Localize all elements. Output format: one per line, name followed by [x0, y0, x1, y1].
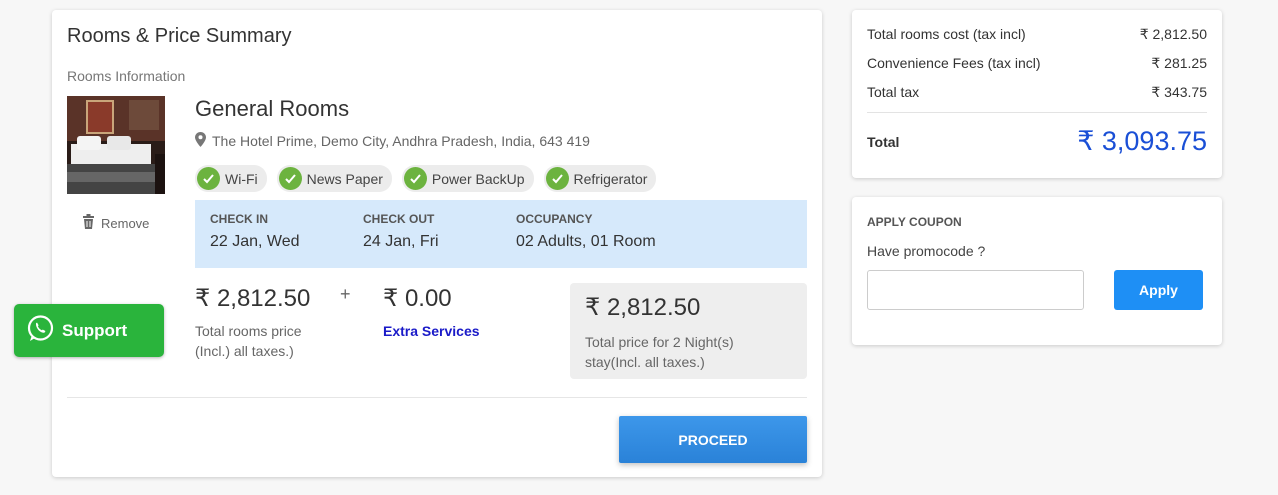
remove-room-button[interactable]: Remove — [82, 214, 149, 232]
hotel-address: The Hotel Prime, Demo City, Andhra Prade… — [195, 132, 590, 150]
check-out-value: 24 Jan, Fri — [363, 233, 439, 250]
total-price-note: Total price for 2 Night(s) stay(Incl. al… — [585, 332, 792, 372]
total-price: ₹ 2,812.50 — [585, 294, 701, 321]
rooms-price-block: ₹ 2,812.50 Total rooms price (Incl.) all… — [195, 284, 310, 361]
total-price-box: ₹ 2,812.50 Total price for 2 Night(s) st… — [570, 283, 807, 379]
extra-price-block: ₹ 0.00 Extra Services — [383, 284, 480, 339]
rooms-price-note: Total rooms price (Incl.) all taxes.) — [195, 321, 310, 361]
plus-sign: + — [340, 284, 351, 304]
check-circle-icon — [278, 167, 302, 190]
amenity-news-paper: News Paper — [276, 165, 392, 192]
trash-icon — [82, 214, 95, 232]
check-in: CHECK IN 22 Jan, Wed — [210, 212, 300, 251]
amenity-label: Refrigerator — [573, 170, 648, 187]
apply-coupon-button[interactable]: Apply — [1114, 270, 1203, 310]
check-in-label: CHECK IN — [210, 212, 269, 226]
occupancy: OCCUPANCY 02 Adults, 01 Room — [516, 212, 656, 251]
divider — [67, 397, 807, 398]
coupon-card: APPLY COUPON Have promocode ? Apply — [852, 197, 1222, 345]
promo-code-input[interactable] — [867, 270, 1084, 310]
amenities-list: Wi-Fi News Paper Power BackUp Refrigerat… — [195, 165, 657, 192]
check-out-label: CHECK OUT — [363, 212, 435, 226]
occupancy-value: 02 Adults, 01 Room — [516, 233, 656, 250]
map-marker-icon — [195, 132, 206, 150]
total-price-note-line2: stay(Incl. all taxes.) — [585, 354, 705, 370]
summary-label: Total rooms cost (tax incl) — [867, 26, 1026, 42]
support-label: Support — [62, 320, 128, 340]
rooms-price: ₹ 2,812.50 — [195, 285, 311, 312]
page-title: Rooms & Price Summary — [67, 25, 292, 47]
divider — [867, 112, 1207, 113]
amenity-refrigerator: Refrigerator — [543, 165, 657, 192]
amenity-label: Power BackUp — [431, 170, 525, 187]
check-circle-icon — [545, 167, 569, 190]
summary-row-convenience-fees: Convenience Fees (tax incl) ₹ 281.25 — [867, 55, 1207, 72]
extra-price: ₹ 0.00 — [383, 285, 452, 312]
summary-row-total-tax: Total tax ₹ 343.75 — [867, 84, 1207, 101]
total-label: Total — [867, 134, 900, 150]
remove-label: Remove — [101, 215, 150, 231]
promo-prompt: Have promocode ? — [867, 243, 986, 259]
summary-value: ₹ 281.25 — [1151, 55, 1207, 71]
summary-row-rooms-cost: Total rooms cost (tax incl) ₹ 2,812.50 — [867, 26, 1207, 43]
check-circle-icon — [403, 167, 427, 190]
rooms-info-label: Rooms Information — [67, 68, 186, 84]
amenity-label: Wi-Fi — [225, 170, 258, 187]
occupancy-label: OCCUPANCY — [516, 212, 593, 226]
total-price-note-line1: Total price for 2 Night(s) — [585, 334, 734, 350]
stay-details: CHECK IN 22 Jan, Wed CHECK OUT 24 Jan, F… — [195, 200, 807, 268]
whatsapp-icon — [26, 314, 55, 348]
amenity-label: News Paper — [306, 170, 383, 187]
room-name: General Rooms — [195, 96, 350, 121]
check-in-value: 22 Jan, Wed — [210, 233, 300, 250]
check-out: CHECK OUT 24 Jan, Fri — [363, 212, 439, 251]
total-value: ₹ 3,093.75 — [1077, 126, 1207, 156]
summary-label: Convenience Fees (tax incl) — [867, 55, 1041, 71]
extra-services-link[interactable]: Extra Services — [383, 323, 480, 339]
summary-value: ₹ 2,812.50 — [1139, 26, 1207, 42]
amenity-wifi: Wi-Fi — [195, 165, 267, 192]
summary-value: ₹ 343.75 — [1151, 84, 1207, 100]
coupon-title: APPLY COUPON — [867, 215, 962, 229]
rooms-price-note-line1: Total rooms price — [195, 323, 302, 339]
proceed-button[interactable]: PROCEED — [619, 416, 807, 463]
support-button[interactable]: Support — [14, 304, 164, 357]
room-image — [67, 96, 165, 194]
amenity-power-backup: Power BackUp — [401, 165, 534, 192]
check-circle-icon — [197, 167, 220, 190]
rooms-summary-card: Rooms & Price Summary Rooms Information … — [52, 10, 822, 477]
rooms-price-note-line2: (Incl.) all taxes.) — [195, 343, 294, 359]
price-summary-card: Total rooms cost (tax incl) ₹ 2,812.50 C… — [852, 10, 1222, 178]
summary-label: Total tax — [867, 84, 920, 100]
address-text: The Hotel Prime, Demo City, Andhra Prade… — [212, 133, 590, 149]
